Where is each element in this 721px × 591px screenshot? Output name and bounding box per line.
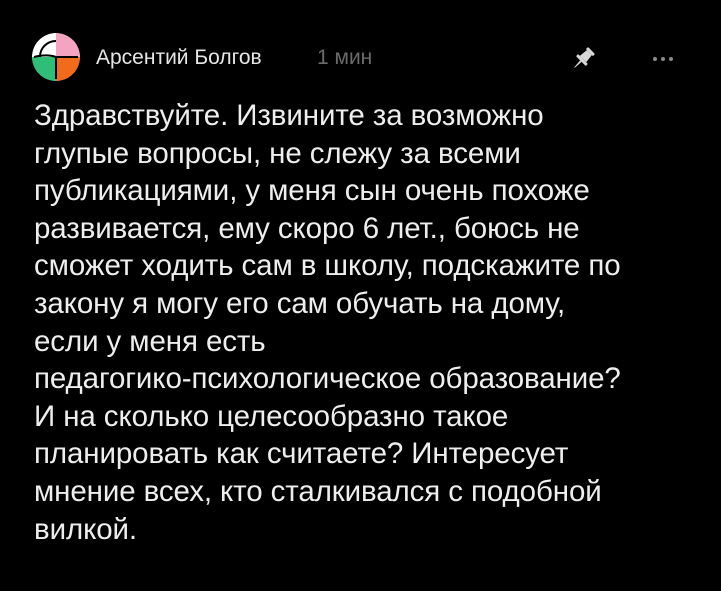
- pin-button[interactable]: [567, 43, 599, 75]
- more-button[interactable]: [647, 43, 679, 75]
- pin-icon: [574, 47, 595, 68]
- author-name[interactable]: Арсентий Болгов: [96, 45, 262, 71]
- comment-header: Арсентий Болгов 1 мин: [32, 33, 692, 83]
- avatar-icon: [32, 33, 80, 81]
- comment-card: Арсентий Болгов 1 мин Здравствуйте. Изви…: [0, 0, 721, 591]
- more-dots-icon: [653, 57, 673, 61]
- comment-time: 1 мин: [317, 46, 373, 69]
- comment-body: Здравствуйте. Извините за возможно глупы…: [34, 99, 621, 546]
- avatar[interactable]: [32, 33, 80, 81]
